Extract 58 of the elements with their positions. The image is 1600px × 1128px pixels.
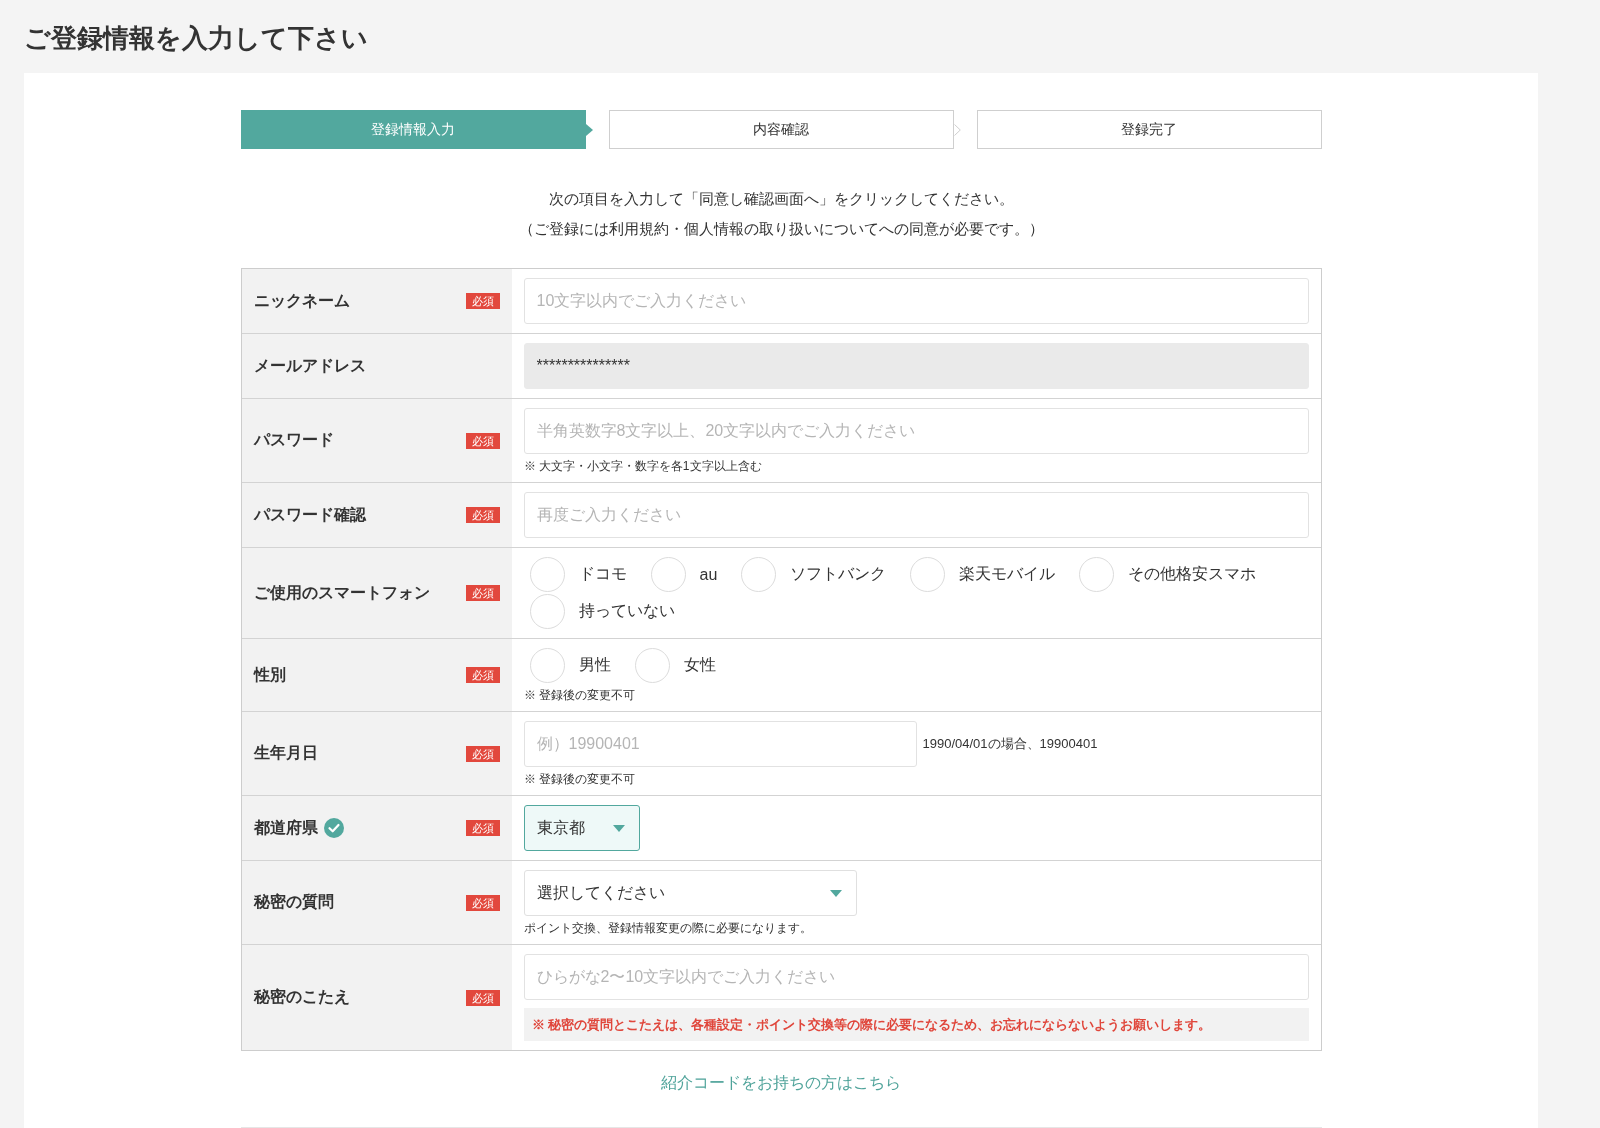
radio-button[interactable] (910, 557, 946, 592)
required-badge: 必須 (465, 989, 500, 1006)
option-label: 女性 (683, 655, 716, 675)
field-label: パスワード (253, 430, 334, 450)
caret-icon (612, 824, 625, 832)
progress-step: 内容確認 (608, 110, 954, 149)
warning-message: ※ 秘密の質問とこたえは、各種設定・ポイント交換等の際に必要になるため、お忘れにならないようお願いします。 (523, 1008, 1309, 1041)
progress-step: 登録情報入力 (240, 110, 586, 149)
field-label: 秘密の質問 (253, 892, 334, 912)
option-label: au (699, 565, 718, 584)
field-note: ※ 大文字・小文字・数字を各1文字以上含む (523, 459, 763, 473)
progress-step: 登録完了 (976, 110, 1322, 149)
required-badge: 必須 (465, 745, 500, 762)
field-label: ご使用のスマートフォン (253, 582, 430, 603)
required-badge: 必須 (465, 894, 500, 911)
instruction-text: 次の項目を入力して「同意し確認画面へ」をクリックしてください。 (548, 189, 1014, 209)
input-field[interactable]: 例）19900401 (523, 721, 917, 767)
input-field[interactable]: 半角英数字8文字以上、20文字以内でご入力ください (523, 408, 1309, 454)
radio-button[interactable] (741, 557, 777, 592)
required-badge: 必須 (465, 432, 500, 449)
option-label: 楽天モバイル (959, 564, 1056, 584)
dropdown[interactable]: 選択してください (523, 870, 857, 916)
instruction-text: （ご登録には利用規約・個人情報の取り扱いについてへの同意が必要です。） (518, 219, 1044, 239)
field-note: ※ 登録後の変更不可 (523, 772, 636, 786)
option-label: 男性 (578, 655, 611, 675)
option-label: 持っていない (578, 601, 675, 621)
required-badge: 必須 (465, 585, 500, 601)
option-label: その他格安スマホ (1128, 564, 1257, 584)
radio-button[interactable] (634, 648, 670, 683)
field-label: 都道府県 (253, 817, 318, 838)
required-badge: 必須 (465, 507, 500, 523)
field-label: ニックネーム (253, 290, 350, 311)
caret-icon (829, 889, 842, 897)
radio-button[interactable] (1079, 557, 1115, 592)
input-field[interactable]: ひらがな2〜10文字以内でご入力ください (523, 954, 1309, 1000)
option-label: ソフトバンク (790, 564, 887, 584)
field-label: 秘密のこたえ (253, 987, 350, 1007)
radio-button[interactable] (650, 557, 686, 592)
option-label: ドコモ (578, 564, 627, 584)
field-note: ポイント交換、登録情報変更の際に必要になります。 (523, 921, 813, 935)
step-arrow-icon (585, 123, 593, 136)
field-hint: 1990/04/01の場合、19900401 (922, 735, 1098, 753)
radio-button[interactable] (529, 594, 565, 629)
field-label: 性別 (253, 664, 286, 685)
required-badge: 必須 (465, 820, 500, 836)
radio-button[interactable] (529, 557, 565, 592)
input-field[interactable]: 10文字以内でご入力ください (523, 278, 1309, 324)
input-field[interactable]: 再度ご入力ください (523, 492, 1309, 538)
chevron-icon (953, 123, 961, 136)
required-badge: 必須 (465, 667, 500, 683)
radio-button[interactable] (529, 648, 565, 683)
field-label: パスワード確認 (253, 504, 366, 525)
field-label: 生年月日 (253, 743, 318, 763)
page-title: ご登録情報を入力して下さい (24, 22, 369, 55)
field-label: メールアドレス (253, 355, 366, 376)
dropdown[interactable]: 東京都 (523, 805, 640, 851)
field-note: ※ 登録後の変更不可 (523, 688, 636, 702)
required-badge: 必須 (465, 293, 500, 309)
